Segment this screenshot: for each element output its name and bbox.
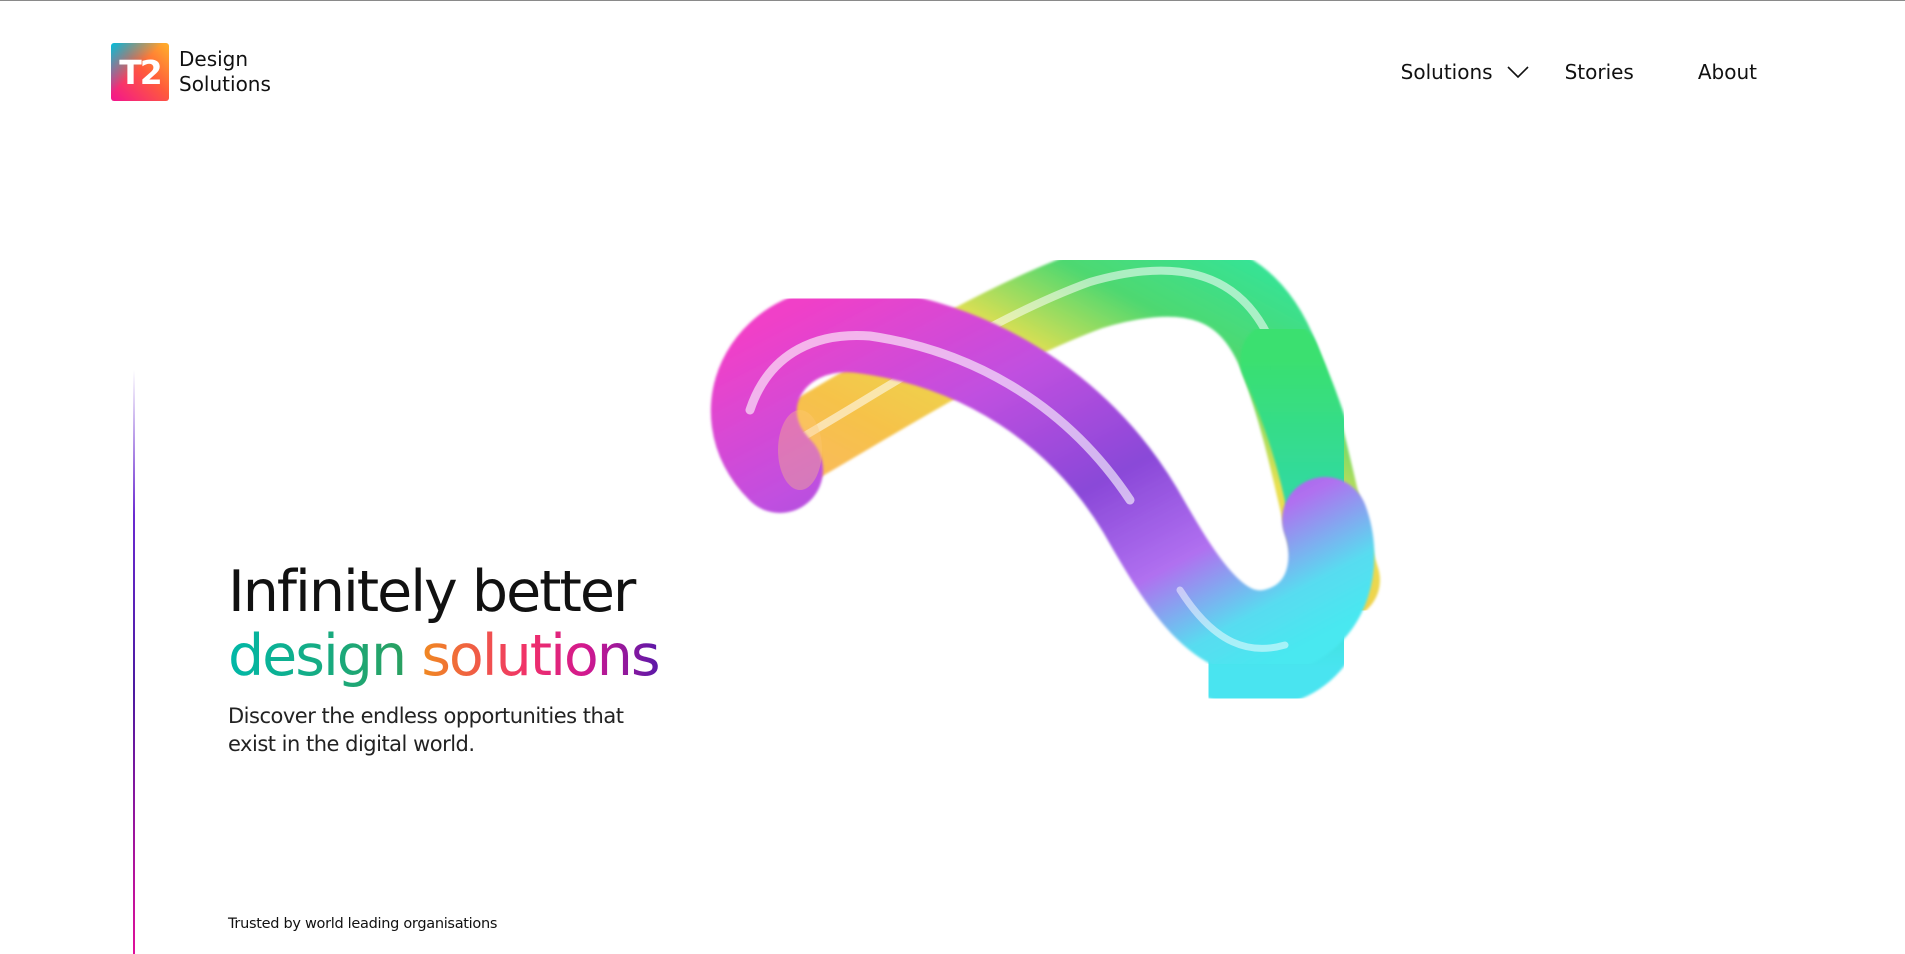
landing-page: T2 Design Solutions Solutions Stories Ab… [0,0,1905,954]
logo-wordmark: Design Solutions [179,47,271,97]
chevron-down-icon [1507,66,1529,79]
nav-item-label: About [1697,60,1757,84]
logo-mark-icon: T2 [111,43,169,101]
nav-item-label: Stories [1564,60,1634,84]
hero-section: Infinitely better design solutions Disco… [228,560,688,758]
top-border [0,0,1905,1]
hero-subtitle: Discover the endless opportunities that … [228,704,624,756]
trusted-by-text: Trusted by world leading organisations [228,916,498,932]
site-logo[interactable]: T2 Design Solutions [111,43,271,101]
headline-word-design: design [228,623,407,689]
nav-item-about[interactable]: About [1698,60,1757,84]
nav-item-label: Solutions [1400,60,1493,84]
hero-headline: Infinitely better [228,559,636,625]
headline-word-solutions: solutions [421,623,660,689]
nav-item-stories[interactable]: Stories [1565,60,1634,84]
infinity-loop-icon [710,260,1380,708]
hero-headline-accent: design solutions [228,624,688,688]
logo-mark-text: T2 [119,52,163,92]
logo-line-2: Solutions [179,72,271,96]
main-nav: Solutions Stories About [1401,60,1757,84]
decorative-gradient-line [133,370,135,954]
logo-line-1: Design [179,47,249,71]
nav-item-solutions[interactable]: Solutions [1401,60,1529,84]
